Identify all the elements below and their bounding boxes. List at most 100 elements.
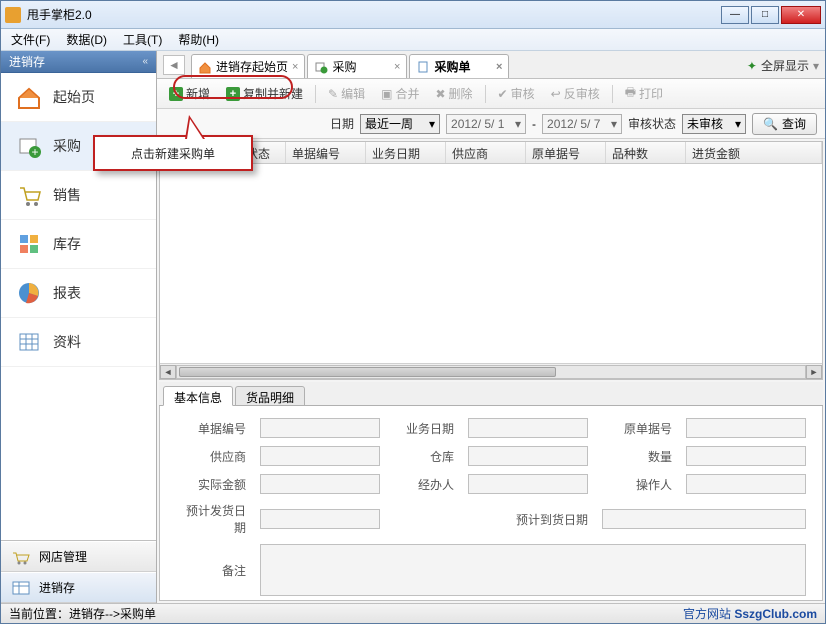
- app-title: 甩手掌柜2.0: [27, 6, 721, 23]
- lbl-origno: 原单据号: [602, 420, 672, 437]
- minimize-button[interactable]: —: [721, 6, 749, 24]
- tab-close-icon[interactable]: ×: [394, 61, 400, 73]
- sidebar-collapse-icon[interactable]: «: [142, 56, 148, 67]
- dtab-basic[interactable]: 基本信息: [163, 386, 233, 406]
- search-icon: 🔍: [763, 117, 778, 131]
- copy-new-button[interactable]: +复制并新建: [222, 83, 307, 104]
- tab-purchase-order[interactable]: 采购单 ×: [409, 54, 509, 78]
- scroll-left-icon[interactable]: ◄: [160, 365, 176, 379]
- field-amount[interactable]: [260, 474, 380, 494]
- chevron-down-icon: ▾: [813, 59, 819, 73]
- toolbar: +新增 +复制并新建 ✎编辑 ▣合并 ✖删除 ✔审核 ↩反审核 🖶打印: [157, 79, 825, 109]
- lbl-docno: 单据编号: [176, 420, 246, 437]
- sidebar-bottom: 网店管理 进销存: [1, 540, 156, 603]
- status-left: 当前位置：进销存-->采购单: [9, 605, 156, 622]
- dash: -: [532, 117, 536, 131]
- plus-icon: +: [226, 87, 240, 101]
- col-bizdate[interactable]: 业务日期: [366, 142, 446, 163]
- grid-icon: [15, 230, 43, 258]
- status-right[interactable]: 官方网站 SszgClub.com: [683, 605, 817, 622]
- col-origno[interactable]: 原单据号: [526, 142, 606, 163]
- tab-startpage[interactable]: 进销存起始页 ×: [191, 54, 305, 78]
- purchase-icon: +: [15, 132, 43, 160]
- psi-icon: [11, 580, 31, 596]
- field-operator[interactable]: [686, 474, 806, 494]
- field-supplier[interactable]: [260, 446, 380, 466]
- tab-back-button[interactable]: ◄: [163, 55, 185, 75]
- tab-purchase[interactable]: 采购 ×: [307, 54, 407, 78]
- field-planarrive[interactable]: [602, 509, 806, 529]
- field-origno[interactable]: [686, 418, 806, 438]
- nav-start-page[interactable]: 起始页: [1, 73, 156, 122]
- close-button[interactable]: ✕: [781, 6, 821, 24]
- nav-label: 资料: [53, 332, 81, 352]
- delete-icon: ✖: [435, 87, 445, 101]
- col-amount[interactable]: 进货金额: [686, 142, 822, 163]
- new-button[interactable]: +新增: [165, 83, 214, 104]
- date-label: 日期: [330, 115, 354, 132]
- shop-icon: [11, 549, 31, 565]
- col-supplier[interactable]: 供应商: [446, 142, 526, 163]
- field-handler[interactable]: [468, 474, 588, 494]
- scroll-thumb[interactable]: [179, 367, 556, 377]
- delete-button[interactable]: ✖删除: [431, 83, 476, 104]
- h-scrollbar[interactable]: ◄ ►: [160, 363, 822, 379]
- menu-help[interactable]: 帮助(H): [172, 29, 225, 50]
- status-select[interactable]: 未审核▾: [682, 114, 746, 134]
- nav-data[interactable]: 资料: [1, 318, 156, 367]
- purchase-icon: [314, 60, 328, 74]
- edit-button[interactable]: ✎编辑: [324, 83, 369, 104]
- lbl-planarrive: 预计到货日期: [394, 511, 588, 528]
- print-button[interactable]: 🖶打印: [621, 81, 667, 106]
- fullscreen-label: 全屏显示: [761, 57, 809, 74]
- audit-button[interactable]: ✔审核: [494, 83, 539, 104]
- bottom-psi[interactable]: 进销存: [1, 572, 156, 603]
- date-to-picker[interactable]: 2012/ 5/ 7▾: [542, 114, 622, 134]
- maximize-button[interactable]: □: [751, 6, 779, 24]
- date-range-select[interactable]: 最近一周▾: [360, 114, 440, 134]
- fullscreen-icon: ✦: [747, 59, 757, 73]
- menu-tool[interactable]: 工具(T): [117, 29, 168, 50]
- menu-file[interactable]: 文件(F): [5, 29, 56, 50]
- field-remark[interactable]: [260, 544, 806, 596]
- home-icon: [198, 60, 212, 74]
- nav-sales[interactable]: 销售: [1, 171, 156, 220]
- detail-tabs: 基本信息 货品明细: [159, 382, 823, 406]
- unaudit-button[interactable]: ↩反审核: [547, 83, 604, 104]
- edit-icon: ✎: [328, 87, 338, 101]
- merge-button[interactable]: ▣合并: [377, 83, 423, 104]
- date-from-picker[interactable]: 2012/ 5/ 1▾: [446, 114, 526, 134]
- nav-reports[interactable]: 报表: [1, 269, 156, 318]
- search-button[interactable]: 🔍查询: [752, 113, 817, 135]
- fullscreen-button[interactable]: ✦ 全屏显示 ▾: [747, 57, 819, 74]
- dtab-items[interactable]: 货品明细: [235, 386, 305, 406]
- tab-close-icon[interactable]: ×: [292, 61, 298, 73]
- nav-label: 采购: [53, 136, 81, 156]
- field-warehouse[interactable]: [468, 446, 588, 466]
- cart-icon: [15, 181, 43, 209]
- field-qty[interactable]: [686, 446, 806, 466]
- col-docno[interactable]: 单据编号: [286, 142, 366, 163]
- grid-body[interactable]: [160, 164, 822, 363]
- lbl-qty: 数量: [602, 448, 672, 465]
- scroll-right-icon[interactable]: ►: [806, 365, 822, 379]
- col-kinds[interactable]: 品种数: [606, 142, 686, 163]
- menu-data[interactable]: 数据(D): [60, 29, 113, 50]
- bottom-shop[interactable]: 网店管理: [1, 541, 156, 572]
- field-docno[interactable]: [260, 418, 380, 438]
- nav-inventory[interactable]: 库存: [1, 220, 156, 269]
- chevron-down-icon: ▾: [611, 117, 617, 131]
- nav-label: 起始页: [53, 87, 95, 107]
- data-grid: 审核状态 单据编号 业务日期 供应商 原单据号 品种数 进货金额 ◄ ►: [159, 141, 823, 380]
- nav-label: 销售: [53, 185, 81, 205]
- field-planship[interactable]: [260, 509, 380, 529]
- lbl-bizdate: 业务日期: [394, 420, 454, 437]
- lbl-handler: 经办人: [394, 476, 454, 493]
- doc-icon: [416, 60, 430, 74]
- field-bizdate[interactable]: [468, 418, 588, 438]
- tab-close-icon[interactable]: ×: [496, 61, 502, 73]
- form-area: 单据编号 业务日期 原单据号 供应商 仓库 数量 实际金额 经办人 操作人 预计…: [159, 406, 823, 601]
- lbl-warehouse: 仓库: [394, 448, 454, 465]
- bottom-label: 进销存: [39, 579, 75, 596]
- sidebar: 进销存 « 起始页 + 采购 销售 库存: [1, 51, 157, 603]
